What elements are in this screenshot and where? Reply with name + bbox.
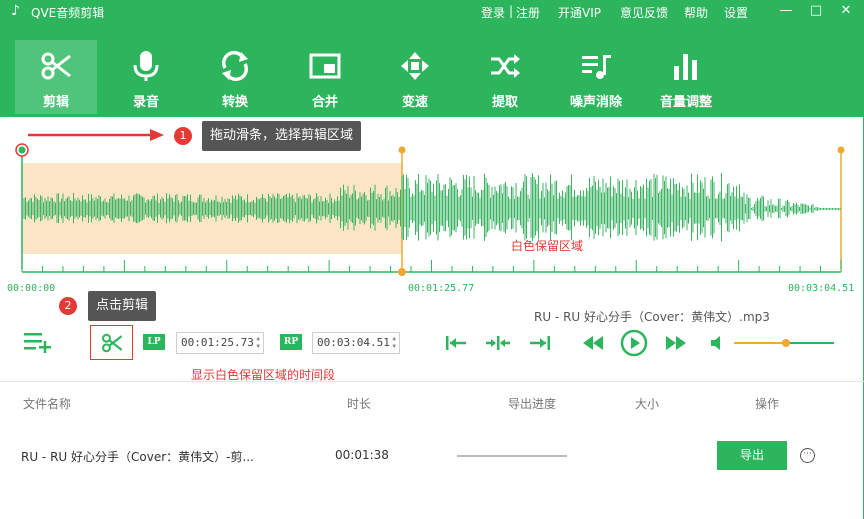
app-title: QVE音频剪辑 xyxy=(31,6,105,20)
mid-handle-knob xyxy=(398,146,406,154)
tip-click-cut: 点击剪辑 xyxy=(88,291,157,321)
rp-spinner[interactable]: ▲ ▼ xyxy=(392,335,396,351)
col-header-action: 操作 xyxy=(755,397,780,411)
time-start-label: 00:00:00 xyxy=(7,283,56,294)
rp-time-input[interactable]: 00:03:04.51 ▲ ▼ xyxy=(312,332,400,354)
jump-end-icon[interactable] xyxy=(528,334,552,352)
center-marker-icon[interactable] xyxy=(485,334,511,352)
close-button[interactable]: ✕ xyxy=(836,2,856,20)
jump-start-icon[interactable] xyxy=(444,334,468,352)
current-filename: RU - RU 好心分手（Cover：黄伟文）.mp3 xyxy=(534,310,770,324)
play-icon[interactable] xyxy=(620,329,648,357)
right-handle-knob xyxy=(837,146,845,154)
volume-bars-icon xyxy=(674,54,697,80)
row-duration: 00:01:38 xyxy=(335,448,389,462)
login-link[interactable]: 登录 xyxy=(481,4,505,21)
step-badge-2: 2 xyxy=(59,297,77,315)
scissors-icon xyxy=(41,52,71,80)
convert-icon xyxy=(221,51,249,81)
speaker-icon[interactable] xyxy=(710,335,726,351)
waveform-editor[interactable]: 1 拖动滑条，选择剪辑区域 白色保留区域 00:00:00 00:01:25.7… xyxy=(0,117,864,321)
title-bar: ♪ QVE音频剪辑 登录 | 注册 开通VIP 意见反馈 帮助 设置 — □ ✕ xyxy=(0,0,864,24)
export-button[interactable]: 导出 xyxy=(717,441,787,470)
playhead-marker xyxy=(398,268,406,276)
timeline-ticks xyxy=(21,260,842,272)
header-bar: ♪ QVE音频剪辑 登录 | 注册 开通VIP 意见反馈 帮助 设置 — □ ✕… xyxy=(0,0,864,117)
tool-merge[interactable]: 合并 xyxy=(284,40,366,114)
music-note-icon: ♪ xyxy=(11,3,20,19)
rp-tag: RP xyxy=(280,334,302,350)
white-region-label: 白色保留区域 xyxy=(511,239,584,253)
minimize-button[interactable]: — xyxy=(776,2,796,20)
volume-slider-fill xyxy=(734,342,786,344)
help-link[interactable]: 帮助 xyxy=(684,4,708,21)
tool-label: 噪声消除 xyxy=(569,95,622,110)
noise-removal-icon xyxy=(582,55,611,79)
tool-label: 转换 xyxy=(221,95,248,110)
col-header-duration: 时长 xyxy=(347,397,372,411)
tool-convert[interactable]: 转换 xyxy=(194,40,276,114)
lp-tag: LP xyxy=(143,334,165,350)
tool-label: 音量调整 xyxy=(659,95,712,110)
volume-slider-knob[interactable] xyxy=(782,339,790,347)
waveform-bars xyxy=(23,173,841,242)
col-header-progress: 导出进度 xyxy=(508,397,557,411)
microphone-icon xyxy=(133,51,159,81)
tool-speed[interactable]: 变速 xyxy=(374,40,456,114)
cut-button[interactable] xyxy=(90,325,133,360)
maximize-button[interactable]: □ xyxy=(806,2,826,20)
tool-record[interactable]: 录音 xyxy=(105,40,187,114)
tool-label: 合并 xyxy=(311,95,338,110)
merge-icon xyxy=(309,53,341,79)
col-header-name: 文件名称 xyxy=(23,397,72,411)
tool-label: 提取 xyxy=(491,95,518,110)
waveform-canvas[interactable] xyxy=(0,117,864,307)
more-options-icon[interactable]: ··· xyxy=(800,448,815,463)
tool-label: 录音 xyxy=(132,95,159,110)
col-header-size: 大小 xyxy=(635,397,660,411)
step-badge-1: 1 xyxy=(174,127,192,145)
tool-cut[interactable]: 剪辑 xyxy=(15,40,97,114)
feedback-link[interactable]: 意见反馈 xyxy=(620,4,668,21)
fast-forward-icon[interactable] xyxy=(665,335,687,351)
link-separator: | xyxy=(509,4,514,18)
extract-icon xyxy=(491,54,520,78)
vip-link[interactable]: 开通VIP xyxy=(558,4,601,21)
row-export-progress xyxy=(457,455,567,457)
speed-icon xyxy=(401,52,429,80)
tool-noise-removal[interactable]: 噪声消除 xyxy=(555,40,637,114)
tool-volume[interactable]: 音量调整 xyxy=(645,40,727,114)
rp-time-value: 00:03:04.51 xyxy=(317,336,390,349)
add-file-icon[interactable] xyxy=(24,331,52,353)
tool-label: 剪辑 xyxy=(42,95,69,110)
volume-slider-track[interactable] xyxy=(734,339,834,347)
table-divider xyxy=(0,381,864,382)
time-mid-label: 00:01:25.77 xyxy=(408,283,475,294)
rewind-icon[interactable] xyxy=(582,335,604,351)
time-end-label: 00:03:04.51 xyxy=(788,283,855,294)
tip-drag-slider: 拖动滑条，选择剪辑区域 xyxy=(202,121,362,151)
register-link[interactable]: 注册 xyxy=(516,4,540,21)
left-handle-knob xyxy=(18,146,26,154)
tool-label: 变速 xyxy=(401,95,428,110)
tool-extract[interactable]: 提取 xyxy=(464,40,546,114)
row-filename: RU - RU 好心分手（Cover：黄伟文）-剪... xyxy=(21,450,254,464)
lp-time-input[interactable]: 00:01:25.73 ▲ ▼ xyxy=(176,332,264,354)
scissors-icon xyxy=(102,333,123,353)
lp-spinner[interactable]: ▲ ▼ xyxy=(256,335,260,351)
lp-time-value: 00:01:25.73 xyxy=(181,336,254,349)
guide-arrow-head xyxy=(150,129,164,141)
settings-link[interactable]: 设置 xyxy=(724,4,748,21)
